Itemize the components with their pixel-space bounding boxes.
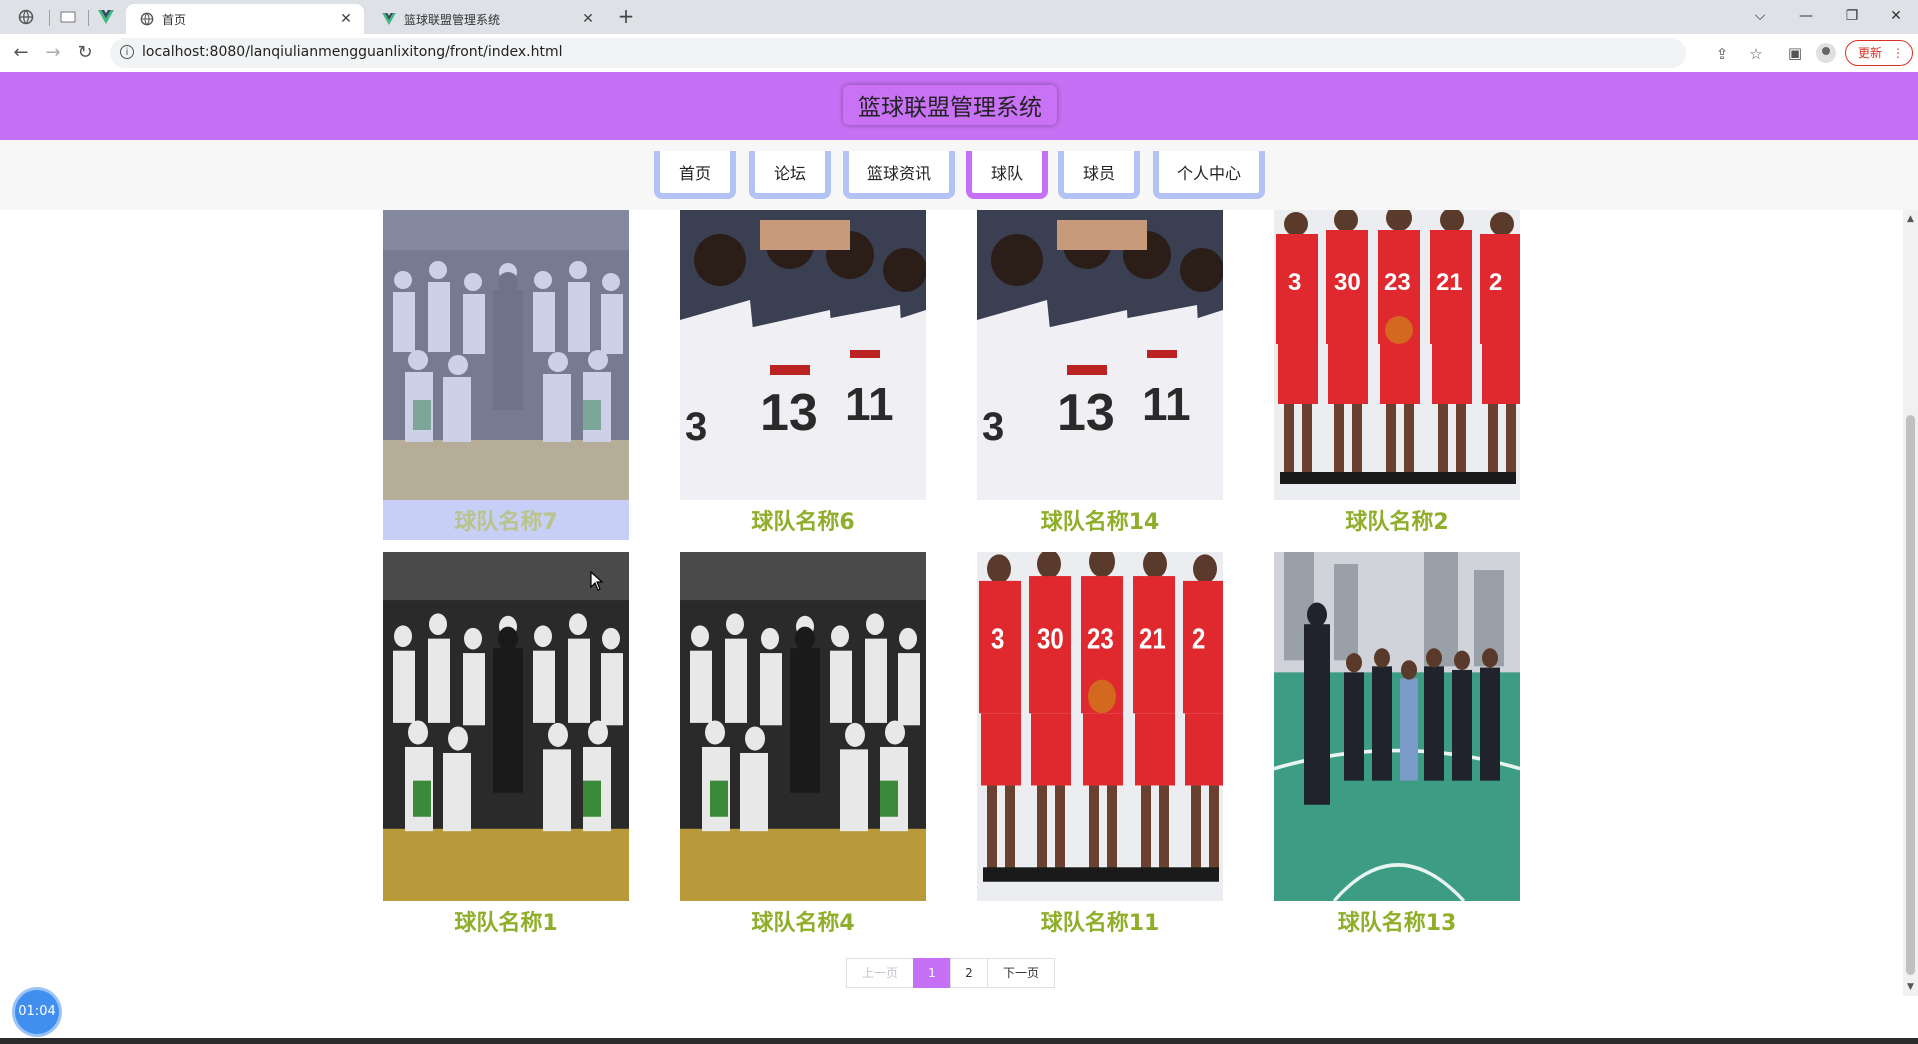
nav-item-players[interactable]: 球员 — [1058, 151, 1140, 199]
prev-page-button[interactable]: 上一页 — [846, 958, 914, 988]
vue-logo-icon — [382, 12, 396, 26]
update-label: 更新 — [1858, 46, 1883, 60]
minimize-button[interactable]: — — [1786, 4, 1826, 28]
team-card[interactable]: 球队名称6 — [680, 210, 926, 540]
taskbar-strip — [0, 1038, 1918, 1044]
nav-item-teams[interactable]: 球队 — [966, 151, 1048, 199]
next-page-button[interactable]: 下一页 — [987, 958, 1055, 988]
nav-item-news[interactable]: 篮球资讯 — [843, 151, 955, 199]
nav-item-profile[interactable]: 个人中心 — [1153, 151, 1265, 199]
globe-icon — [18, 9, 34, 25]
profile-avatar-icon[interactable] — [1816, 43, 1836, 63]
share-icon[interactable]: ⇪ — [1712, 44, 1732, 64]
team-card[interactable]: 球队名称2 — [1274, 210, 1520, 540]
nav-item-forum[interactable]: 论坛 — [749, 151, 831, 199]
tab-search-chevron-icon[interactable]: ⌵ — [1740, 4, 1780, 28]
team-name[interactable]: 球队名称7 — [383, 500, 629, 540]
vue-logo-icon — [98, 10, 114, 24]
browser-tab-strip: 首页 ✕ 篮球联盟管理系统 ✕ + ⌵ — ❐ ✕ — [0, 0, 1918, 34]
back-arrow-icon[interactable]: ← — [8, 41, 34, 65]
team-name[interactable]: 球队名称4 — [680, 901, 926, 941]
team-card[interactable]: 球队名称11 — [977, 552, 1223, 941]
tab-system[interactable]: 篮球联盟管理系统 ✕ — [368, 4, 606, 34]
close-tab-icon[interactable]: ✕ — [338, 11, 354, 27]
team-photo[interactable] — [680, 552, 926, 901]
blank-page-icon — [60, 11, 76, 23]
tab-home[interactable]: 首页 ✕ — [126, 4, 364, 34]
nav-item-home[interactable]: 首页 — [654, 151, 736, 199]
close-tab-icon[interactable]: ✕ — [580, 11, 596, 27]
page-2-button[interactable]: 2 — [950, 958, 988, 988]
team-card[interactable]: 球队名称7 — [383, 210, 629, 540]
mouse-cursor-icon — [590, 571, 604, 591]
main-nav: 首页 论坛 篮球资讯 球队 球员 个人中心 — [0, 140, 1918, 210]
scrollbar-thumb[interactable] — [1906, 415, 1915, 975]
recording-timer[interactable]: 01:04 — [15, 990, 59, 1034]
tab-title: 首页 — [162, 12, 187, 27]
team-card[interactable]: 球队名称13 — [1274, 552, 1520, 941]
site-info-icon[interactable]: i — [120, 45, 134, 59]
team-photo[interactable] — [1274, 210, 1520, 500]
page-scrollbar[interactable]: ▲ ▼ — [1903, 210, 1918, 996]
pinned-tab-globe[interactable] — [8, 4, 44, 30]
team-photo[interactable] — [977, 210, 1223, 500]
restore-button[interactable]: ❐ — [1832, 4, 1872, 28]
pinned-tab-blank[interactable] — [50, 4, 86, 30]
close-window-button[interactable]: ✕ — [1876, 4, 1916, 28]
scroll-down-arrow-icon[interactable]: ▼ — [1905, 982, 1916, 992]
team-name[interactable]: 球队名称6 — [680, 500, 926, 540]
team-photo[interactable] — [383, 552, 629, 901]
team-card[interactable]: 球队名称1 — [383, 552, 629, 941]
update-button[interactable]: 更新 ⋮ — [1845, 40, 1913, 66]
star-icon[interactable]: ☆ — [1746, 44, 1766, 64]
team-name[interactable]: 球队名称11 — [977, 901, 1223, 941]
browser-toolbar: ← → ↻ i localhost:8080/lanqiulianmenggua… — [0, 34, 1918, 73]
pagination: 上一页 1 2 下一页 — [846, 958, 1055, 988]
team-photo[interactable] — [680, 210, 926, 500]
team-name[interactable]: 球队名称2 — [1274, 500, 1520, 540]
side-panel-icon[interactable]: ▣ — [1785, 43, 1805, 63]
team-card[interactable]: 球队名称14 — [977, 210, 1223, 540]
team-name[interactable]: 球队名称13 — [1274, 901, 1520, 941]
team-name[interactable]: 球队名称14 — [977, 500, 1223, 540]
team-photo[interactable] — [1274, 552, 1520, 901]
page-1-button[interactable]: 1 — [913, 958, 951, 988]
team-card[interactable]: 球队名称4 — [680, 552, 926, 941]
more-menu-icon: ⋮ — [1892, 46, 1904, 60]
address-bar[interactable]: i localhost:8080/lanqiulianmengguanlixit… — [110, 38, 1763, 68]
url-text[interactable]: localhost:8080/lanqiulianmengguanlixiton… — [142, 44, 563, 60]
team-name[interactable]: 球队名称1 — [383, 901, 629, 941]
tab-title: 篮球联盟管理系统 — [404, 12, 501, 27]
site-title: 篮球联盟管理系统 — [843, 85, 1057, 125]
forward-arrow-icon[interactable]: → — [40, 41, 66, 65]
globe-icon — [140, 12, 154, 26]
new-tab-button[interactable]: + — [614, 5, 638, 29]
reload-icon[interactable]: ↻ — [72, 41, 98, 65]
site-header: 篮球联盟管理系统 — [0, 72, 1918, 140]
team-photo[interactable] — [383, 210, 629, 500]
pinned-tab-vue[interactable] — [88, 4, 124, 30]
scroll-up-arrow-icon[interactable]: ▲ — [1905, 214, 1916, 224]
team-photo[interactable] — [977, 552, 1223, 901]
